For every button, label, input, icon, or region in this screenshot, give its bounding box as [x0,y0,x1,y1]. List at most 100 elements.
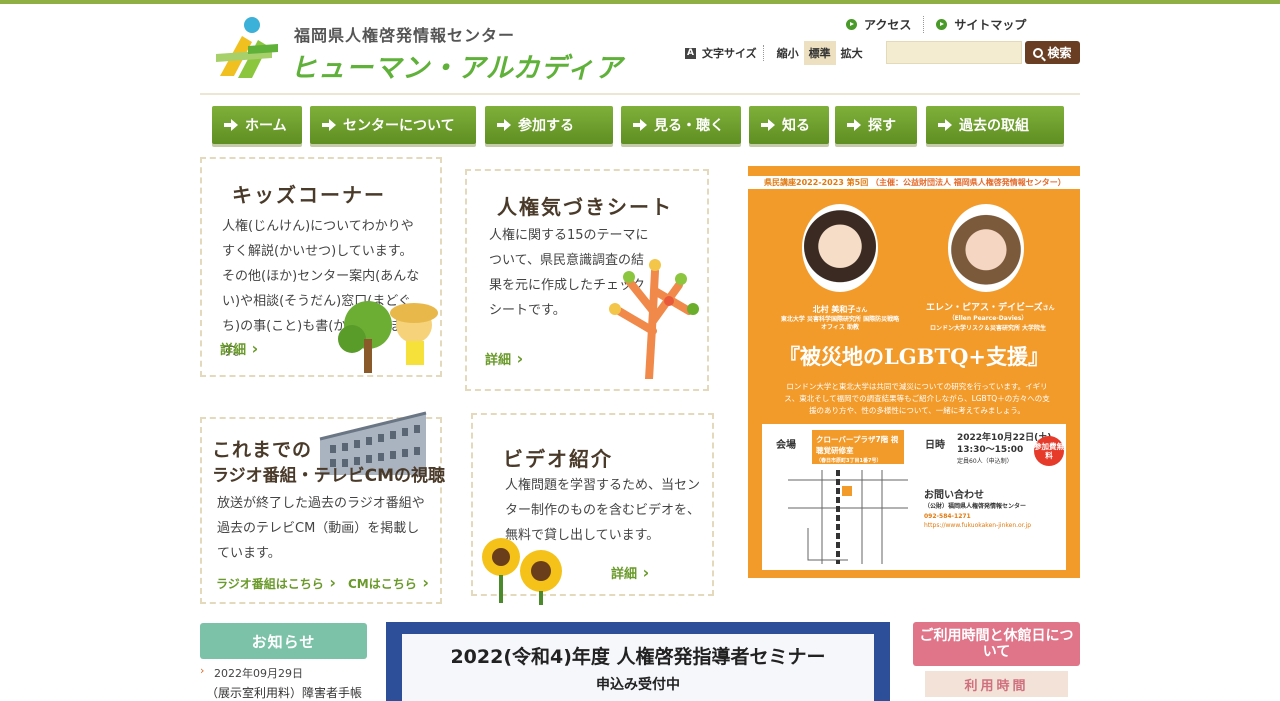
speaker1-honorific: さん [855,307,868,314]
speaker2-photo [948,204,1024,292]
access-link-label: アクセス [864,18,912,32]
arrow-circle-icon [936,19,948,30]
hours-subheading: 利用時間 [925,671,1068,697]
video-intro-title: ビデオ紹介 [503,447,613,471]
arrow-right-icon [938,119,952,131]
search-input[interactable] [886,41,1022,64]
speaker1-name-text: 北村 美和子 [812,305,856,314]
nav-about[interactable]: センターについて [310,106,476,144]
search-icon [1033,47,1044,58]
sitemap-link-label: サイトマップ [954,18,1027,32]
speaker1-photo [802,204,878,292]
notice-heading: お知らせ [200,623,367,659]
contact-phone: 092-584-1271 [924,513,971,520]
speaker2-honorific: さん [1042,305,1055,312]
poster-header: 県民講座2022-2023 第5回 （主催：公益財団法人 福岡県人権啓発情報セン… [748,176,1080,189]
venue-box: クローバープラザ7階 視聴覚研修室 （春日市原町3丁目1番7号） [812,430,904,464]
nav-label: 探す [868,118,896,134]
arrow-right-icon [761,119,775,131]
awareness-sheet-title: 人権気づきシート [497,195,673,219]
radio-tv-title-line2: ラジオ番組・テレビCMの視聴 [212,466,446,486]
font-size-label: 文字サイズ [702,45,764,61]
kids-illustration-icon [338,301,438,373]
page-container: 福岡県人権啓発情報センター ヒューマン・アルカディア アクセス サイトマップ A… [200,4,1080,701]
speaker2-english-name: （Ellen Pearce-Davies） [948,315,1028,322]
nav-label: 過去の取組 [959,118,1029,134]
header-links: アクセス サイトマップ [834,16,1038,33]
nav-watch-listen[interactable]: 見る・聴く [621,106,741,144]
nav-label: 知る [782,118,810,134]
venue-map-icon [788,470,908,564]
video-intro-card[interactable]: ビデオ紹介 人権問題を学習するため、当センター制作のものを含むビデオを、無料で貸… [471,413,714,605]
hours-heading[interactable]: ご利用時間と休館日について [913,622,1080,666]
kids-corner-title: キッズコーナー [232,183,386,207]
contact-label: お問い合わせ [924,490,984,501]
logo-title: ヒューマン・アルカディア [290,53,624,84]
event-poster[interactable]: 県民講座2022-2023 第5回 （主催：公益財団法人 福岡県人権啓発情報セン… [748,166,1080,578]
sunflower-illustration-icon [482,538,562,605]
seminar-banner-title: 2022(令和4)年度 人権啓発指導者セミナー [450,646,826,668]
poster-organizer: （主催：公益財団法人 福岡県人権啓発情報センター） [871,178,1066,187]
venue-name: クローバープラザ7階 視聴覚研修室 [816,435,899,455]
speaker2-name-text: エレン・ピアス・デイビーズ [926,303,1043,313]
tree-illustration-icon [609,259,699,379]
font-size-small-button[interactable]: 縮小 [772,41,804,65]
nav-label: 参加する [518,118,574,134]
logo-mark-icon [216,17,278,78]
site-logo[interactable]: 福岡県人権啓発情報センター ヒューマン・アルカディア [212,16,622,84]
nav-learn[interactable]: 知る [749,106,829,144]
access-link[interactable]: アクセス [834,16,923,33]
seminar-banner[interactable]: 2022(令和4)年度 人権啓発指導者セミナー 申込み受付中 [386,622,890,701]
awareness-sheet-card[interactable]: 人権気づきシート 人権に関する15のテーマについて、県民意識調査の結果を元に作成… [465,169,709,391]
logo-subtitle: 福岡県人権啓発情報センター [294,26,516,45]
speaker1-affiliation: 東北大学 災害科学国際研究所 国際防災戦略オフィス 助教 [780,316,900,331]
notice-link[interactable]: （展示室利用料）障害者手帳 [206,684,362,701]
nav-participate[interactable]: 参加する [485,106,613,144]
radio-program-link[interactable]: ラジオ番組はこちら [216,573,336,592]
poster-title: 『被災地のLGBTQ+支援』 [779,344,1049,369]
arrow-right-icon [633,119,647,131]
date-label: 日時 [925,440,945,451]
video-intro-detail-link[interactable]: 詳細 [611,563,649,582]
sitemap-link[interactable]: サイトマップ [923,16,1038,33]
seminar-banner-panel: 2022(令和4)年度 人権啓発指導者セミナー 申込み受付中 [402,634,874,701]
notice-date: 2022年09月29日 [200,664,303,681]
poster-description: ロンドン大学と東北大学は共同で減災についての研究を行っています。イギリス、東北そ… [784,382,1050,415]
font-size-large-button[interactable]: 拡大 [836,41,868,65]
venue-label: 会場 [776,440,796,451]
arrow-right-icon [322,119,336,131]
tv-cm-link[interactable]: CMはこちら [348,573,429,592]
venue-address: （春日市原町3丁目1番7号） [816,458,882,464]
arrow-right-icon [497,119,511,131]
arrow-right-icon [847,119,861,131]
speaker2-name: エレン・ピアス・デイビーズさん [926,300,1055,313]
nav-label: 見る・聴く [654,118,724,134]
font-size-icon: A [685,47,696,59]
font-size-switcher: A 文字サイズ 縮小 標準 拡大 [685,41,868,65]
nav-label: センターについて [343,118,455,134]
nav-search[interactable]: 探す [835,106,917,144]
kids-corner-detail-link[interactable]: 詳細 [220,339,258,358]
awareness-sheet-detail-link[interactable]: 詳細 [485,349,523,368]
font-size-normal-button[interactable]: 標準 [803,41,836,65]
radio-tv-card[interactable]: これまでの ラジオ番組・テレビCMの視聴 放送が終了した過去のラジオ番組や過去の… [200,411,446,604]
poster-series: 県民講座2022-2023 第5回 [764,178,869,187]
contact-org: （公財）福岡県人権啓発情報センター [924,503,1027,510]
speaker1-name: 北村 美和子さん [794,304,886,315]
nav-past-activities[interactable]: 過去の取組 [926,106,1064,144]
search-button[interactable]: 検索 [1025,41,1080,64]
radio-tv-title-line1: これまでの [212,439,313,461]
speaker2-affiliation: ロンドン大学リスク＆災害研究所 大学院生 [929,325,1047,332]
arrow-circle-icon [846,19,857,30]
search-button-label: 検索 [1047,46,1072,60]
seminar-banner-subtitle: 申込み受付中 [596,677,680,693]
free-badge: 参加費無料 [1034,436,1064,466]
nav-home[interactable]: ホーム [212,106,302,144]
kids-corner-card[interactable]: キッズコーナー 人権(じんけん)についてわかりやすく解説(かいせつ)しています。… [200,157,442,377]
contact-url: https://www.fukuokaken-jinken.or.jp [924,522,1031,529]
nav-label: ホーム [245,118,287,134]
header-divider [200,93,1080,95]
radio-tv-text: 放送が終了した過去のラジオ番組や過去のテレビCM（動画）を掲載しています。 [217,496,425,561]
arrow-right-icon [224,119,238,131]
poster-info-panel: 会場 クローバープラザ7階 視聴覚研修室 （春日市原町3丁目1番7号） 日時 2… [762,424,1066,570]
